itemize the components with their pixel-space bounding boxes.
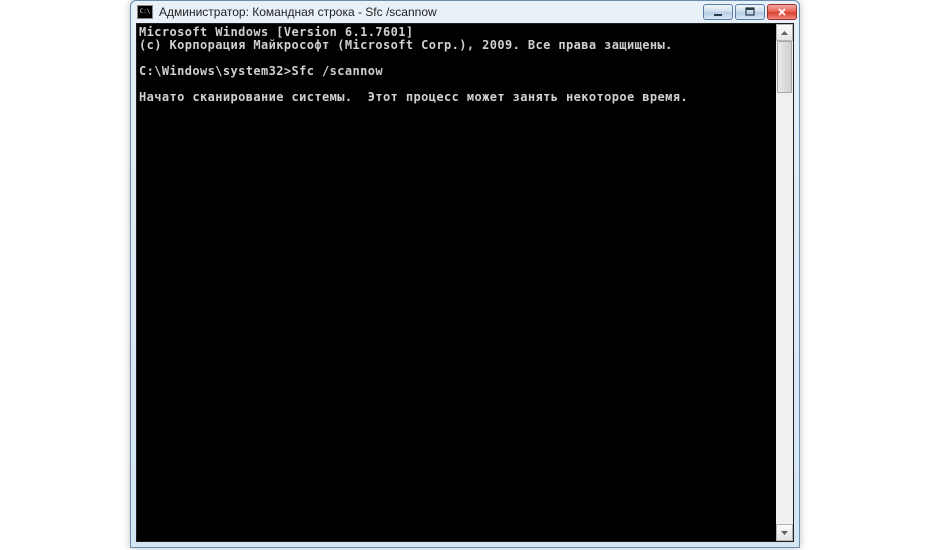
minimize-button[interactable] xyxy=(703,4,733,20)
maximize-icon xyxy=(745,7,755,17)
chevron-up-icon xyxy=(781,31,788,35)
client-area: Microsoft Windows [Version 6.1.7601] (c)… xyxy=(136,23,794,542)
chevron-down-icon xyxy=(781,531,788,535)
console-output[interactable]: Microsoft Windows [Version 6.1.7601] (c)… xyxy=(137,24,776,541)
close-button[interactable] xyxy=(767,4,797,20)
maximize-button[interactable] xyxy=(735,4,765,20)
scroll-down-button[interactable] xyxy=(776,524,793,541)
scrollbar-track[interactable] xyxy=(776,41,793,524)
window-title: Администратор: Командная строка - Sfc /s… xyxy=(159,5,701,19)
window-buttons xyxy=(701,4,797,20)
vertical-scrollbar[interactable] xyxy=(776,24,793,541)
cmd-icon xyxy=(137,5,153,19)
minimize-icon xyxy=(713,7,723,17)
command-prompt-window: Администратор: Командная строка - Sfc /s… xyxy=(130,0,800,548)
scrollbar-thumb[interactable] xyxy=(777,41,792,93)
close-icon xyxy=(777,7,787,17)
titlebar[interactable]: Администратор: Командная строка - Sfc /s… xyxy=(131,1,799,23)
scroll-up-button[interactable] xyxy=(776,24,793,41)
